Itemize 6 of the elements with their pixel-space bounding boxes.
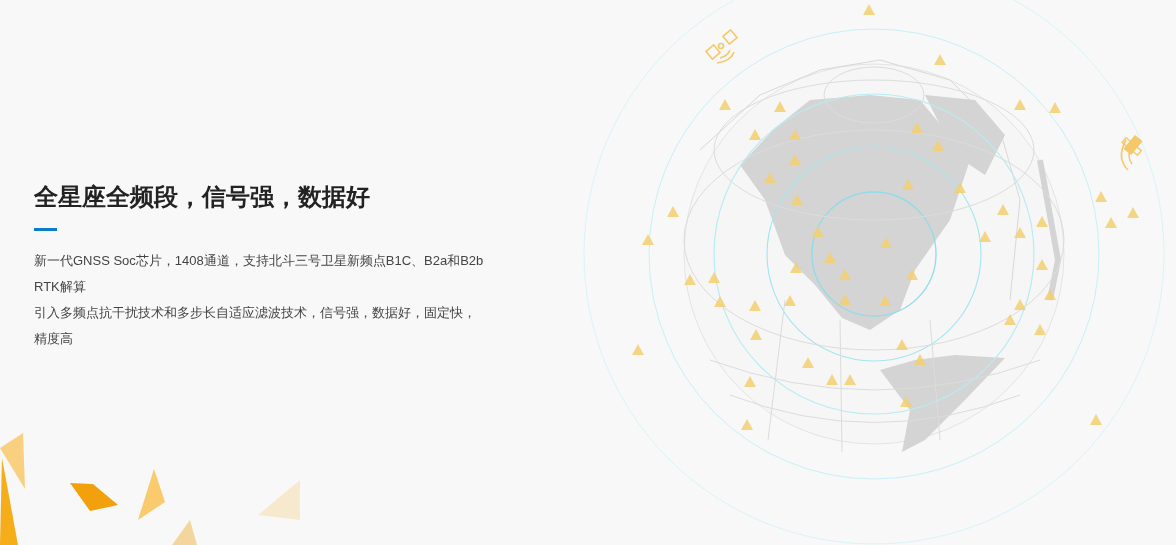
title-underline <box>34 228 57 231</box>
description-text: 新一代GNSS Soc芯片，1408通道，支持北斗三号卫星新频点B1C、B2a和B2b RTK解算 <box>34 252 484 296</box>
description-text: 引入多频点抗干扰技术和多步长自适应滤波技术，信号强，数据好，固定快，精度高 <box>34 304 477 348</box>
satellite-icon <box>1120 134 1143 171</box>
section-title: 全星座全频段，信号强，数据好 <box>34 182 371 212</box>
satellite-icon <box>704 28 739 64</box>
